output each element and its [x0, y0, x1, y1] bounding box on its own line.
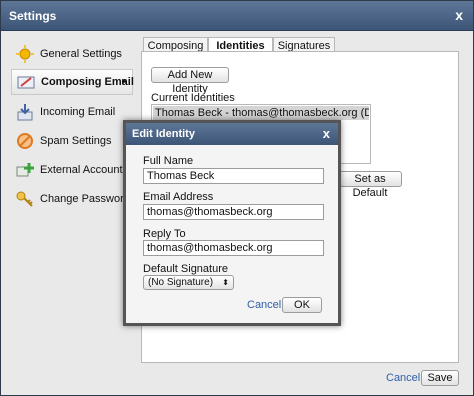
list-item[interactable]: Thomas Beck - thomas@thomasbeck.org (Def…	[153, 106, 369, 120]
sidebar-item-label: General Settings	[40, 48, 122, 60]
sun-icon	[16, 45, 34, 63]
window-title: Settings	[9, 9, 57, 23]
sidebar-item-general-settings[interactable]: General Settings	[11, 41, 133, 67]
close-icon[interactable]: x	[455, 7, 463, 23]
dialog-title: Edit Identity	[132, 128, 195, 140]
sidebar-item-label: Composing Email	[41, 76, 134, 88]
sidebar-item-label: Change Password	[40, 193, 130, 205]
sidebar-item-external-accounts[interactable]: External Accounts	[11, 157, 133, 183]
pencil-icon	[17, 73, 35, 91]
email-field[interactable]: thomas@thomasbeck.org	[143, 204, 324, 220]
sidebar-item-change-password[interactable]: Change Password	[11, 186, 133, 212]
add-new-identity-button[interactable]: Add New Identity	[151, 67, 229, 95]
sidebar-item-incoming-email[interactable]: Incoming Email	[11, 99, 133, 125]
sidebar-item-label: Spam Settings	[40, 135, 112, 147]
sidebar-item-label: External Accounts	[40, 164, 129, 176]
sidebar-item-composing-email[interactable]: Composing Email ▸	[11, 69, 134, 95]
chevron-updown-icon: ⬍	[222, 278, 229, 287]
title-bar: Settings x	[1, 1, 473, 31]
full-name-label: Full Name	[143, 155, 194, 167]
edit-identity-dialog: Edit Identity x Full Name Thomas Beck Em…	[123, 120, 341, 326]
current-identities-label: Current Identities	[151, 92, 235, 104]
signature-select-value: (No Signature)	[148, 277, 214, 288]
sidebar-item-label: Incoming Email	[40, 106, 116, 118]
full-name-field[interactable]: Thomas Beck	[143, 168, 324, 184]
reply-to-field[interactable]: thomas@thomasbeck.org	[143, 240, 324, 256]
settings-sidebar: General Settings Composing Email ▸ Incom…	[11, 37, 134, 247]
default-signature-label: Default Signature	[143, 263, 228, 275]
email-address-label: Email Address	[143, 191, 214, 203]
sidebar-item-spam-settings[interactable]: Spam Settings	[11, 128, 133, 154]
cancel-link[interactable]: Cancel	[386, 372, 420, 384]
add-account-icon	[16, 161, 34, 179]
key-icon	[16, 190, 34, 208]
arrow-down-icon	[16, 103, 34, 121]
settings-window: Settings x General Settings Composing Em…	[0, 0, 474, 396]
signature-select[interactable]: (No Signature) ⬍	[143, 275, 234, 290]
dialog-cancel-link[interactable]: Cancel	[247, 299, 281, 311]
set-as-default-button[interactable]: Set as Default	[338, 171, 402, 199]
prohibited-icon	[16, 132, 34, 150]
chevron-right-icon: ▸	[121, 76, 127, 87]
save-button[interactable]: Save	[421, 370, 459, 386]
dialog-title-bar: Edit Identity x	[126, 123, 338, 145]
reply-to-label: Reply To	[143, 228, 186, 240]
ok-button[interactable]: OK	[282, 297, 322, 313]
close-icon[interactable]: x	[323, 126, 330, 141]
